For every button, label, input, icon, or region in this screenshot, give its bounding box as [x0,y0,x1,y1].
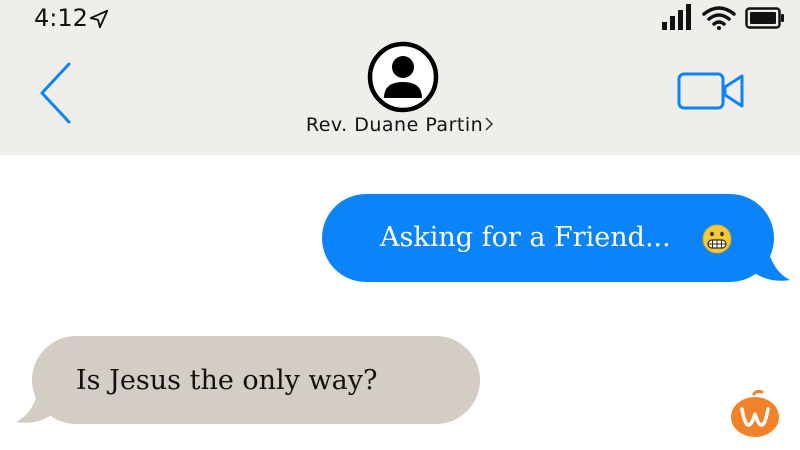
contact-info-button[interactable]: Rev. Duane Partin [0,114,800,136]
received-message-bubble[interactable]: Is Jesus the only way? [32,336,480,424]
conversation-header: 4:12 Rev. Duane Partin [0,0,800,155]
status-time: 4:12 [34,4,88,32]
person-avatar-icon[interactable] [366,40,440,114]
sent-message-text: Asking for a Friend... [380,222,671,253]
orange-w-pumpkin-logo [731,390,779,437]
grimacing-face-emoji [702,224,732,254]
contact-name: Rev. Duane Partin [305,114,484,136]
cellular-signal-icon [662,4,691,30]
battery-icon [745,7,784,29]
location-arrow-icon [89,9,109,29]
chevron-right-icon [485,117,494,131]
received-message-text: Is Jesus the only way? [76,365,378,396]
sent-message-bubble[interactable]: Asking for a Friend... [322,194,774,282]
video-camera-icon[interactable] [676,70,746,112]
wifi-icon [702,6,736,30]
